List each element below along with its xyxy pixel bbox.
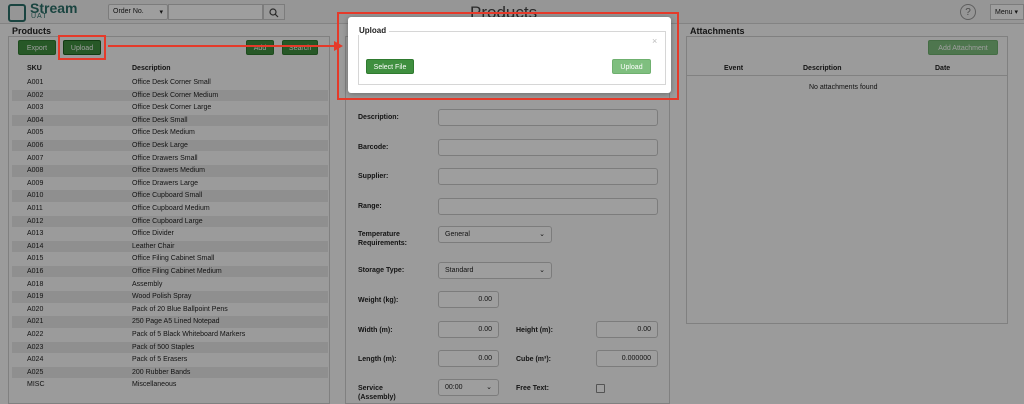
modal-highlight xyxy=(337,12,679,100)
upload-button-highlight xyxy=(58,35,106,60)
annotation-arrow-line xyxy=(108,45,336,47)
